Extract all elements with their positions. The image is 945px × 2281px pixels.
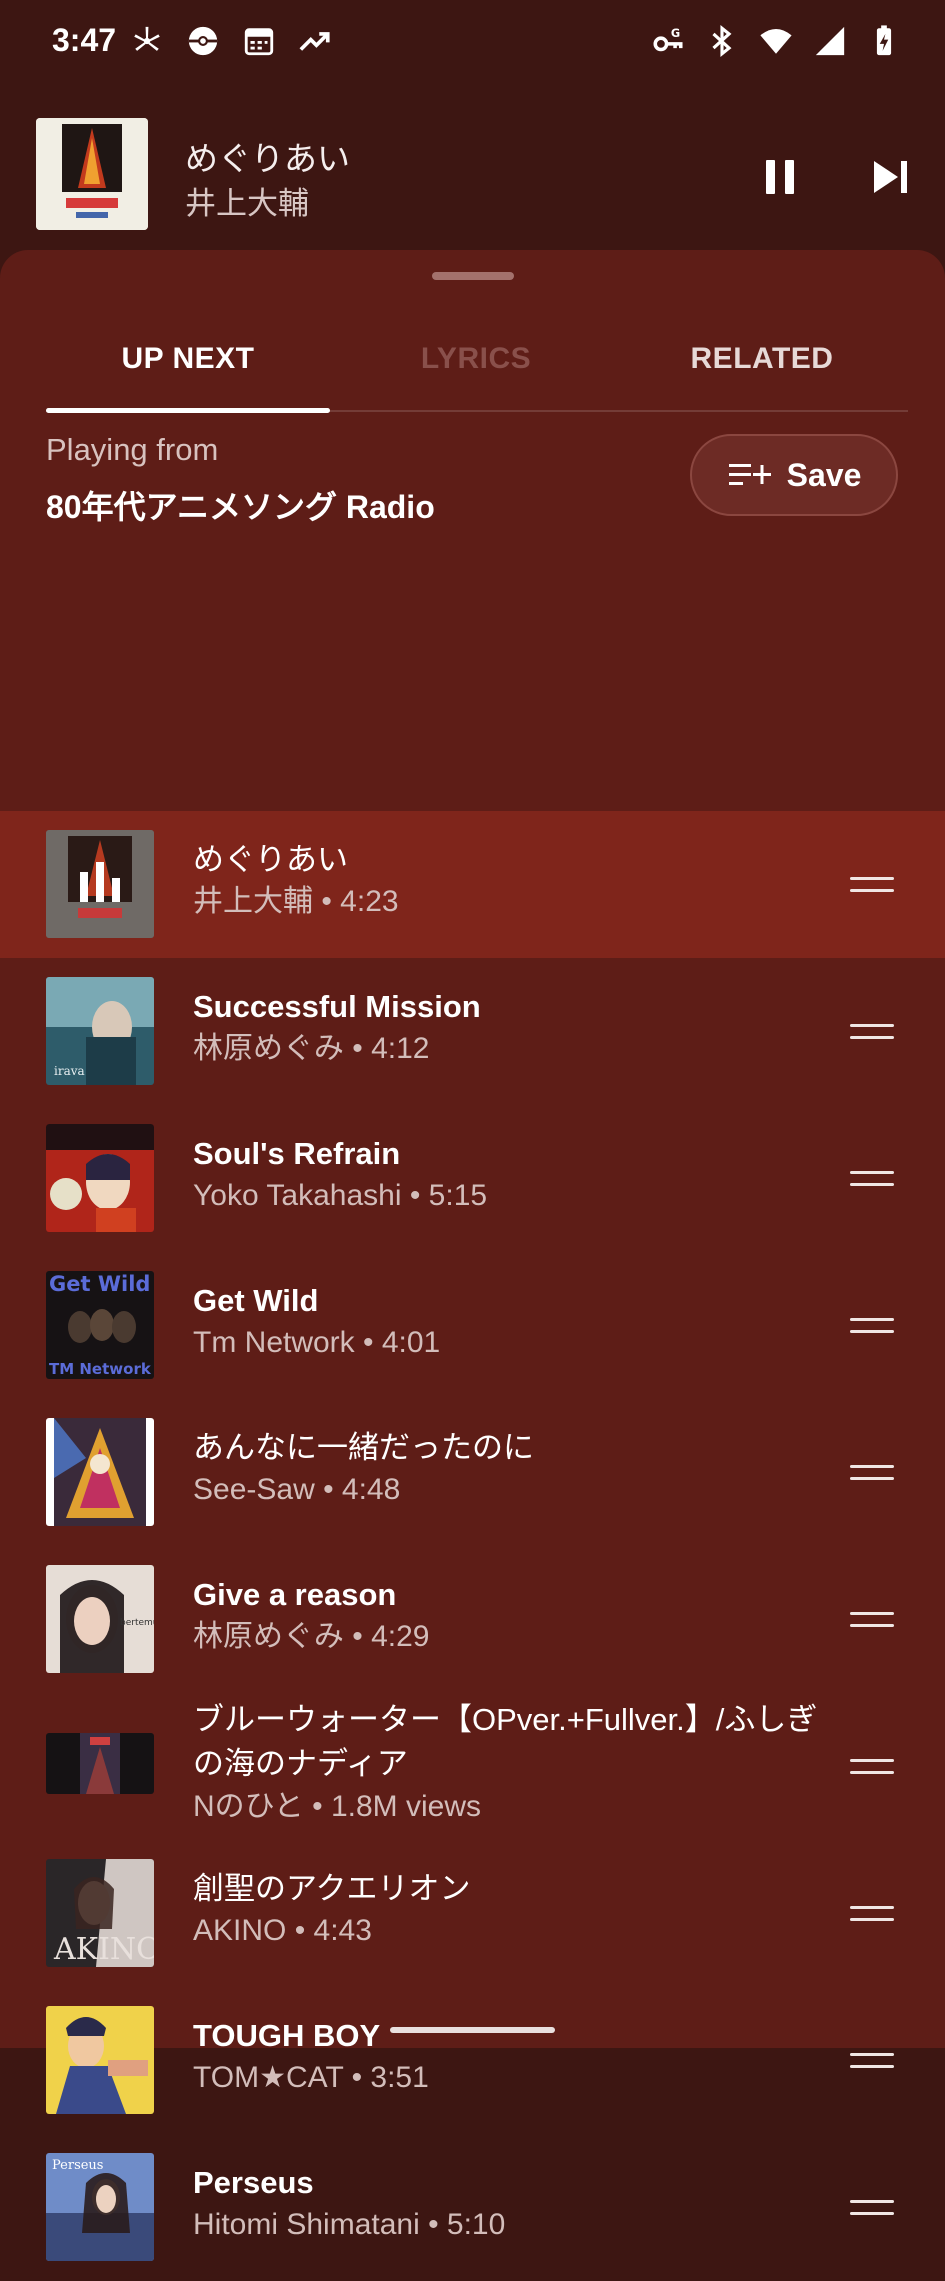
yelp-icon	[134, 26, 160, 51]
svg-text:Perseus: Perseus	[52, 2158, 103, 2173]
song-subtitle: See-Saw • 4:48	[193, 1473, 401, 1506]
tab-up-next[interactable]: UP NEXT	[46, 310, 330, 408]
svg-text:G: G	[671, 26, 680, 40]
vpn-key-icon: G	[653, 26, 683, 52]
tab-related[interactable]: RELATED	[620, 310, 904, 408]
song-subtitle: TOM★CAT • 3:51	[193, 2061, 429, 2094]
queue-sheet: UP NEXT LYRICS RELATED Playing from 80年代…	[0, 250, 945, 2261]
queue-item[interactable]: ブルーウォーター【OPver.+Fullver.】/ふしぎの海のナディア Nのひ…	[0, 1693, 945, 1840]
svg-text:AKINO: AKINO	[53, 1932, 154, 1967]
album-art: AKINO	[46, 1859, 154, 1967]
tab-lyrics[interactable]: LYRICS	[334, 310, 618, 408]
status-bar: 3:47 G	[0, 0, 945, 88]
trending-icon	[299, 32, 330, 51]
album-art	[46, 2006, 154, 2114]
song-subtitle: 林原めぐみ • 4:29	[193, 1620, 430, 1653]
svg-text:irava: irava	[54, 1064, 85, 1078]
mini-player[interactable]: めぐりあい 井上大輔	[0, 100, 945, 250]
system-icons: G	[651, 24, 901, 58]
status-time: 3:47	[52, 22, 117, 58]
album-art	[46, 1124, 154, 1232]
album-art	[36, 118, 148, 230]
song-title: Perseus	[193, 2165, 314, 2200]
album-art: bertemu	[46, 1565, 154, 1673]
album-art	[46, 830, 154, 938]
tab-bar: UP NEXT LYRICS RELATED	[46, 310, 908, 413]
album-art: irava	[46, 977, 154, 1085]
album-art	[46, 1418, 154, 1526]
song-title: 創聖のアクエリオン	[193, 1871, 471, 1906]
tab-indicator	[46, 408, 330, 413]
queue-item[interactable]: あんなに一緒だったのに See-Saw • 4:48	[0, 1399, 945, 1546]
song-title: ブルーウォーター【OPver.+Fullver.】/ふしぎの海のナディア	[193, 1702, 818, 1781]
save-label: Save	[786, 456, 862, 493]
save-button[interactable]: Save	[690, 434, 898, 516]
song-subtitle: AKINO • 4:43	[193, 1914, 372, 1947]
song-subtitle: Hitomi Shimatani • 5:10	[193, 2208, 506, 2241]
song-title: めぐりあい	[193, 842, 348, 877]
drag-handle-icon[interactable]	[850, 1020, 894, 1042]
notification-icons	[130, 24, 332, 58]
battery-charging-icon	[876, 25, 892, 56]
song-subtitle: Tm Network • 4:01	[193, 1326, 441, 1359]
now-playing-artist: 井上大輔	[185, 186, 309, 221]
drag-handle-icon[interactable]	[850, 1608, 894, 1630]
cell-signal-icon	[815, 26, 845, 56]
queue-item[interactable]: Perseus Perseus Hitomi Shimatani • 5:10	[0, 2134, 945, 2281]
calendar-icon	[244, 28, 274, 56]
svg-text:bertemu: bertemu	[120, 1618, 154, 1628]
drag-handle[interactable]	[432, 272, 514, 280]
queue-item[interactable]: AKINO 創聖のアクエリオン AKINO • 4:43	[0, 1840, 945, 1987]
drag-handle-icon[interactable]	[850, 1755, 894, 1777]
drag-handle-icon[interactable]	[850, 1314, 894, 1336]
album-art: Get Wild TM Network	[46, 1271, 154, 1379]
bluetooth-icon	[712, 25, 732, 57]
drag-handle-icon[interactable]	[850, 2196, 894, 2218]
song-subtitle: 井上大輔 • 4:23	[193, 885, 399, 918]
art-text-top: Get Wild	[49, 1272, 150, 1296]
queue-item[interactable]: Soul's Refrain Yoko Takahashi • 5:15	[0, 1105, 945, 1252]
queue-item[interactable]: めぐりあい 井上大輔 • 4:23	[0, 811, 945, 958]
song-subtitle: Nのひと • 1.8M views	[193, 1790, 481, 1823]
now-playing-title: めぐりあい	[185, 140, 350, 177]
pokeball-icon	[188, 26, 218, 56]
skip-next-button[interactable]	[866, 152, 916, 202]
drag-handle-icon[interactable]	[850, 2049, 894, 2071]
album-art: Perseus	[46, 2153, 154, 2261]
pause-button[interactable]	[755, 152, 805, 202]
queue-item[interactable]: bertemu Give a reason 林原めぐみ • 4:29	[0, 1546, 945, 1693]
playing-from-label: Playing from	[46, 432, 219, 467]
song-title: Get Wild	[193, 1283, 319, 1318]
playlist-add-icon	[728, 464, 771, 485]
video-thumbnail	[46, 1733, 154, 1794]
queue-item[interactable]: Get Wild TM Network Get Wild Tm Network …	[0, 1252, 945, 1399]
drag-handle-icon[interactable]	[850, 873, 894, 895]
drag-handle-icon[interactable]	[850, 1902, 894, 1924]
song-subtitle: 林原めぐみ • 4:12	[193, 1032, 430, 1065]
song-title: あんなに一緒だったのに	[193, 1430, 534, 1465]
drag-handle-icon[interactable]	[850, 1167, 894, 1189]
song-title: Soul's Refrain	[193, 1136, 401, 1171]
playing-from-value: 80年代アニメソング Radio	[46, 489, 435, 525]
home-indicator[interactable]	[390, 2027, 555, 2033]
drag-handle-icon[interactable]	[850, 1461, 894, 1483]
song-title: Successful Mission	[193, 989, 481, 1024]
song-title: TOUGH BOY	[193, 2018, 381, 2053]
queue-item[interactable]: irava Successful Mission 林原めぐみ • 4:12	[0, 958, 945, 1105]
song-subtitle: Yoko Takahashi • 5:15	[193, 1179, 488, 1212]
queue-item[interactable]: TOUGH BOY TOM★CAT • 3:51	[0, 1987, 945, 2134]
art-text-bottom: TM Network	[49, 1360, 152, 1378]
song-title: Give a reason	[193, 1577, 397, 1612]
wifi-icon	[760, 28, 792, 54]
